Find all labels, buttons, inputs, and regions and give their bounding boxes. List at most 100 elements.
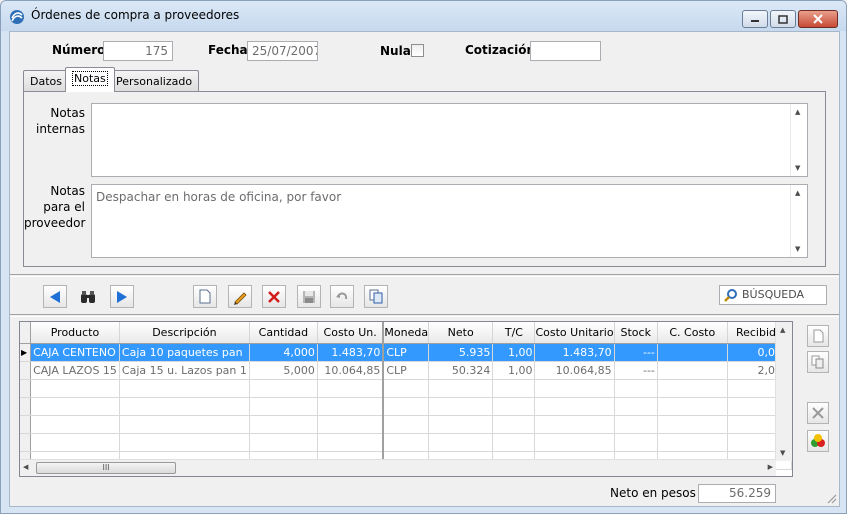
cell-cantidad[interactable]: 5,000 [249,361,318,380]
scroll-left-icon[interactable]: ◀ [23,463,28,471]
arrow-right-icon [117,290,127,303]
maximize-button[interactable] [770,10,796,28]
row-indicator [20,361,32,380]
next-record-button[interactable] [110,285,134,308]
delete-x-icon [268,290,280,303]
col-header-producto[interactable]: Producto [30,322,120,344]
nula-checkbox[interactable] [411,44,424,57]
scroll-up-icon[interactable]: ▲ [795,189,800,197]
cell-costo-un[interactable]: 1.483,70 [317,343,385,362]
empty-row [20,397,792,416]
col-header-neto[interactable]: Neto [428,322,494,344]
add-line-button[interactable] [807,325,829,347]
grid-divider [10,314,839,317]
cell-c-costo[interactable] [657,361,728,380]
cotizacion-field[interactable] [530,41,601,61]
cell-moneda[interactable]: CLP [383,343,430,362]
scroll-up-icon[interactable]: ▲ [780,326,785,334]
undo-button[interactable] [330,285,354,308]
empty-cell [614,433,658,452]
current-row-indicator-icon: ▶ [20,343,32,362]
empty-cell [657,397,728,416]
col-header-costo-unitario[interactable]: Costo Unitario [534,322,615,344]
cell-descripcion[interactable]: Caja 15 u. Lazos pan 1 [119,361,250,380]
scroll-down-icon[interactable]: ▼ [795,164,800,172]
close-icon [813,14,823,24]
scroll-down-icon[interactable]: ▼ [795,245,800,253]
copy-button[interactable] [364,285,388,308]
neto-en-pesos-field[interactable]: 56.259 [698,484,776,503]
empty-cell [657,415,728,434]
cell-neto[interactable]: 5.935 [428,343,494,362]
fecha-field[interactable]: 25/07/2007 [247,41,318,61]
notas-internas-scrollbar[interactable]: ▲ ▼ [790,104,807,176]
scroll-right-icon[interactable]: ▶ [768,463,773,471]
cell-costo-un[interactable]: 10.064,85 [317,361,385,380]
tab-notas[interactable]: Notas [65,67,115,92]
cell-descripcion[interactable]: Caja 10 paquetes pan [119,343,250,362]
undo-icon [336,292,348,299]
title-bar: Órdenes de compra a proveedores [1,1,846,31]
col-header-costo-un[interactable]: Costo Un. [317,322,385,344]
notas-proveedor-label-line3: proveedor [24,216,86,230]
row-indicator [20,397,32,416]
resize-grip-icon[interactable] [825,492,837,504]
new-record-button[interactable] [193,285,217,308]
col-header-descripcion[interactable]: Descripción [119,322,250,344]
cell-stock[interactable]: --- [614,343,658,362]
notas-proveedor-field[interactable]: Despachar en horas de oficina, por favor… [91,184,808,258]
cell-producto[interactable]: CAJA CENTENO [30,343,120,362]
save-button[interactable] [297,285,321,308]
notas-proveedor-scrollbar[interactable]: ▲ ▼ [790,185,807,257]
cell-c-costo[interactable] [657,343,728,362]
empty-cell [30,397,120,416]
color-options-button[interactable] [807,430,829,452]
empty-cell [492,379,536,398]
cell-neto[interactable]: 50.324 [428,361,494,380]
tab-datos[interactable]: Datos [23,70,69,92]
grid-vertical-scrollbar[interactable]: ▲ ▼ [775,322,792,461]
scroll-down-icon[interactable]: ▼ [780,449,785,457]
row-indicator [20,379,32,398]
empty-cell [317,433,385,452]
close-button[interactable] [798,10,838,28]
copy-documents-icon [369,289,382,304]
new-document-icon [199,289,211,304]
delete-button[interactable] [262,285,286,308]
scroll-thumb[interactable]: III [36,462,176,474]
cell-stock[interactable]: --- [614,361,658,380]
numero-field[interactable]: 175 [103,41,173,61]
col-header-c-costo[interactable]: C. Costo [657,322,728,344]
edit-button[interactable] [228,285,252,308]
col-header-tc[interactable]: T/C [492,322,536,344]
find-button[interactable] [76,285,100,308]
empty-cell [383,415,430,434]
col-header-moneda[interactable]: Moneda [383,322,430,344]
cell-costo-unitario[interactable]: 10.064,85 [534,361,615,380]
cell-producto[interactable]: CAJA LAZOS 15 [30,361,120,380]
col-header-stock[interactable]: Stock [614,322,658,344]
copy-line-button[interactable] [807,351,829,373]
cell-cantidad[interactable]: 4,000 [249,343,318,362]
col-header-cantidad[interactable]: Cantidad [249,322,318,344]
minimize-button[interactable] [742,10,768,28]
order-lines-grid[interactable]: Producto Descripción Cantidad Costo Un. … [19,321,793,477]
cell-tc[interactable]: 1,00 [492,361,536,380]
tab-personalizado[interactable]: Personalizado [109,70,200,92]
empty-row [20,433,792,452]
cell-costo-unitario[interactable]: 1.483,70 [534,343,615,362]
cell-moneda[interactable]: CLP [383,361,430,380]
previous-record-button[interactable] [43,285,67,308]
delete-line-button[interactable] [807,402,829,424]
empty-cell [119,397,250,416]
app-logo-icon [10,10,24,24]
row-indicator-header [20,322,32,344]
table-row[interactable]: CAJA LAZOS 15 Caja 15 u. Lazos pan 1 5,0… [20,361,792,380]
grid-horizontal-scrollbar[interactable]: ◀ III ▶ [20,459,776,476]
cell-tc[interactable]: 1,00 [492,343,536,362]
table-row[interactable]: ▶ CAJA CENTENO Caja 10 paquetes pan 4,00… [20,343,792,362]
search-input[interactable]: BÚSQUEDA [719,285,827,305]
empty-cell [492,433,536,452]
scroll-up-icon[interactable]: ▲ [795,108,800,116]
notas-internas-field[interactable]: ▲ ▼ [91,103,808,177]
